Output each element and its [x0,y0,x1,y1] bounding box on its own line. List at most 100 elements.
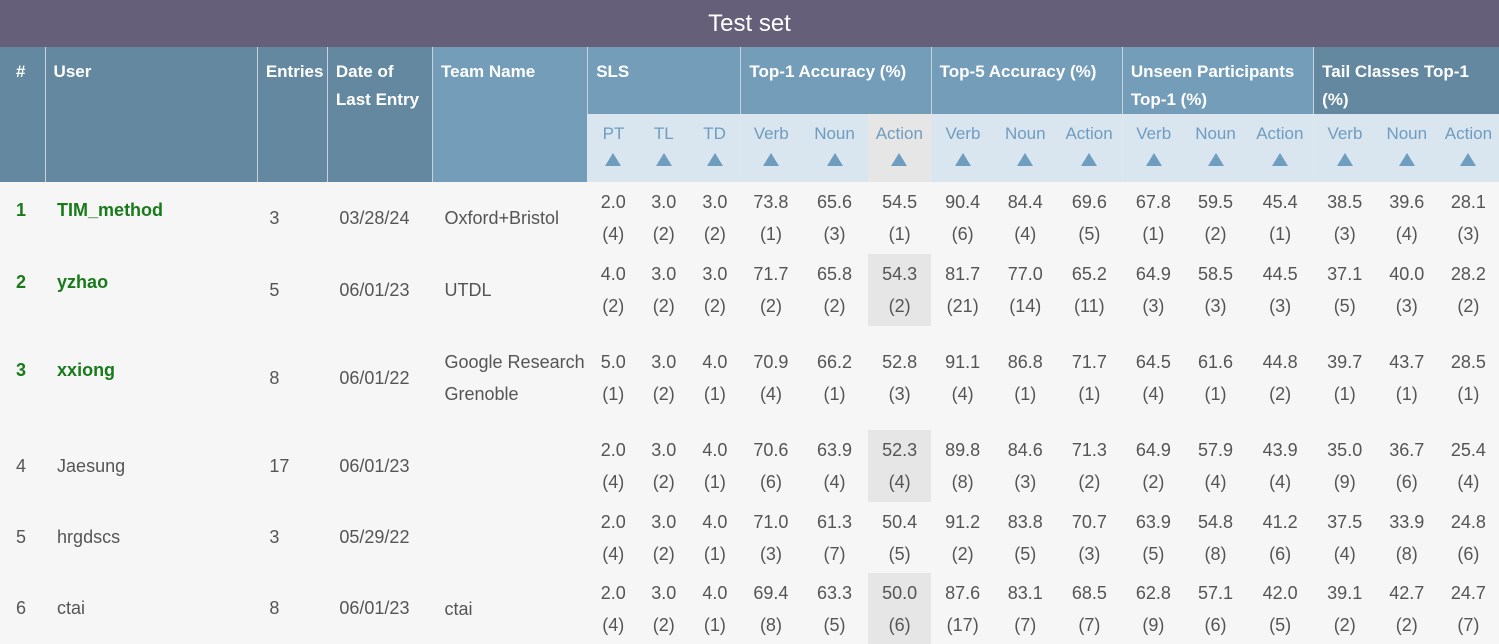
metric-rank: (2) [951,543,974,564]
sort-ascending-icon[interactable] [1145,153,1162,166]
header-rank[interactable]: # [0,47,46,182]
metric-rank: (4) [1269,472,1292,492]
metric-cell: 3.0 (2) [639,502,689,573]
sort-header-verb[interactable]: Verb [930,114,995,182]
metric-cell: 40.0 (3) [1376,254,1438,326]
sort-header-label: Verb [753,124,789,143]
sort-header-action[interactable]: Action [1056,114,1123,182]
metric-cell: 86.8 (1) [994,326,1056,430]
sort-ascending-icon[interactable] [1081,153,1098,166]
user-cell[interactable]: xxiong [45,326,257,430]
date-cell-text: 06/01/23 [339,598,410,618]
metric-value: 77.0 [1007,264,1043,284]
sort-header-noun[interactable]: Noun [1375,114,1438,182]
date-cell: 03/28/24 [327,182,432,254]
entries-cell: 8 [257,573,327,644]
metric-value: 3.0 [651,264,677,284]
date-cell: 06/01/22 [327,326,432,430]
metric-cell: 3.0 (2) [639,430,689,502]
header-group-top5: Top-5 Accuracy (%) [930,47,1123,114]
header-date[interactable]: Date of Last Entry [326,47,433,182]
metric-value: 83.8 [1007,511,1043,532]
metric-cell: 4.0 (1) [689,326,741,430]
metric-cell: 73.8 (1) [741,182,801,254]
sort-header-noun[interactable]: Noun [994,114,1057,182]
user-cell-text[interactable]: xxiong [57,360,115,380]
metric-cell: 71.0 (3) [741,502,801,573]
metric-value: 84.6 [1007,440,1043,460]
metric-rank: (21) [946,296,979,316]
sort-header-label: Action [1256,124,1304,143]
metric-value: 67.8 [1135,192,1171,212]
sort-header-verb[interactable]: Verb [740,114,801,182]
metric-value: 70.7 [1071,511,1107,532]
metric-value: 54.5 [882,192,918,212]
sort-header-action[interactable]: Action [868,114,932,182]
metric-value: 57.9 [1197,440,1234,460]
sort-ascending-icon[interactable] [1336,153,1353,166]
user-cell[interactable]: TIM_method [45,182,257,254]
metric-rank: (1) [759,224,782,244]
sort-header-tl[interactable]: TL [638,114,689,182]
metric-rank: (5) [1333,296,1356,316]
sort-header-label: Verb [945,124,981,143]
metric-rank: (2) [1142,472,1165,492]
team-cell-text: Oxford+Bristol [444,208,560,228]
date-cell-text: 06/01/23 [339,279,410,300]
sort-ascending-icon[interactable] [1460,153,1477,166]
sort-ascending-icon[interactable] [763,153,780,166]
metric-rank: (1) [1078,384,1101,404]
metric-rank: (5) [1078,224,1101,244]
metric-rank: (14) [1009,296,1042,316]
sort-header-verb[interactable]: Verb [1121,114,1185,182]
sort-header-noun[interactable]: Noun [1184,114,1247,182]
sort-ascending-icon[interactable] [655,153,672,166]
sort-header-noun[interactable]: Noun [800,114,869,182]
sort-header-action[interactable]: Action [1437,114,1499,182]
metric-cell: 69.4 (8) [741,573,801,644]
metric-cell: 70.6 (6) [741,430,801,502]
sort-ascending-icon[interactable] [1207,153,1224,166]
metric-cell: 4.0 (1) [689,430,741,502]
header-user[interactable]: User [44,47,258,182]
metric-rank: (2) [652,472,675,492]
metric-rank: (2) [1269,384,1292,404]
user-cell-text[interactable]: yzhao [57,272,108,292]
table-row: 6 ctai 8 06/01/23 ctai 2.0 (4) 3.0 (2) 4.0 (1) 69.4… [0,573,1499,644]
sort-ascending-icon[interactable] [1398,153,1415,166]
sort-header-label: Verb [1327,124,1363,143]
metric-value: 68.5 [1071,582,1107,603]
metric-value: 3.0 [651,511,677,532]
sort-ascending-icon[interactable] [605,153,622,166]
sort-ascending-icon[interactable] [1271,153,1288,166]
metric-rank: (2) [652,296,675,316]
rank-cell: 2 [0,246,45,318]
sort-ascending-icon[interactable] [706,153,723,166]
metric-rank: (3) [1142,296,1165,316]
metric-value: 91.2 [945,511,981,532]
header-entries[interactable]: Entries [256,47,328,182]
metric-rank: (4) [1395,224,1418,244]
sort-header-td[interactable]: TD [688,114,741,182]
user-cell-text[interactable]: TIM_method [57,200,163,220]
sort-ascending-icon[interactable] [1017,153,1034,166]
sort-header-pt[interactable]: PT [587,114,639,182]
sort-header-action[interactable]: Action [1246,114,1314,182]
metric-rank: (5) [1142,543,1165,564]
metric-value: 84.4 [1007,192,1043,212]
sort-ascending-icon[interactable] [891,153,908,166]
sort-ascending-icon[interactable] [954,153,971,166]
header-team[interactable]: Team Name [432,47,588,182]
metric-cell: 71.3 (2) [1056,430,1122,502]
metric-rank: (2) [652,224,675,244]
metric-value: 65.8 [816,264,853,284]
metric-rank: (7) [823,543,846,564]
metric-rank: (1) [1204,384,1227,404]
metric-cell: 67.8 (1) [1122,182,1184,254]
sort-header-verb[interactable]: Verb [1313,114,1376,182]
metric-cell: 59.5 (2) [1184,182,1246,254]
sort-ascending-icon[interactable] [826,153,843,166]
user-cell[interactable]: yzhao [45,254,257,326]
metric-value: 4.0 [702,511,728,532]
metric-cell: 83.1 (7) [994,573,1056,644]
